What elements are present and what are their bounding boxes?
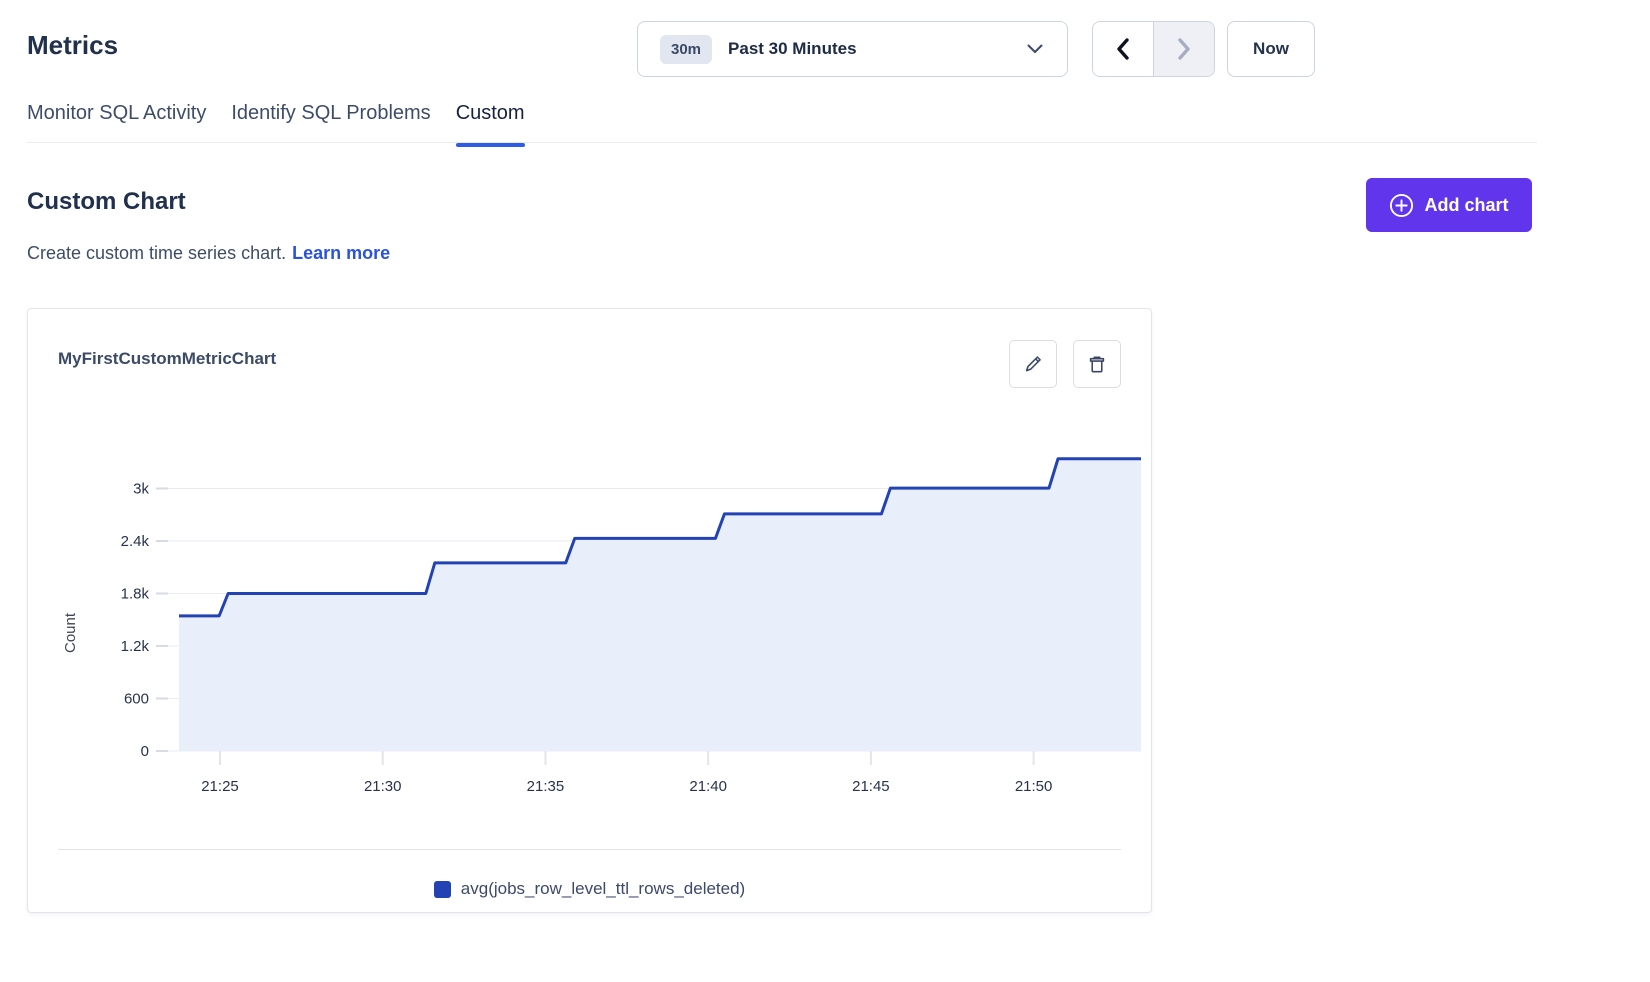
chevron-left-icon xyxy=(1116,37,1130,61)
section-subtitle-text: Create custom time series chart. xyxy=(27,243,286,263)
plus-circle-icon xyxy=(1389,193,1414,218)
tabs-divider xyxy=(27,142,1537,143)
time-range-dropdown[interactable]: 30m Past 30 Minutes xyxy=(637,21,1068,77)
section-subtitle: Create custom time series chart. Learn mo… xyxy=(27,243,390,264)
chevron-right-icon xyxy=(1177,37,1191,61)
legend-divider xyxy=(58,849,1121,850)
svg-text:0: 0 xyxy=(141,743,149,760)
page-title: Metrics xyxy=(27,30,118,61)
svg-text:21:50: 21:50 xyxy=(1015,778,1053,795)
svg-text:21:45: 21:45 xyxy=(852,778,890,795)
learn-more-link[interactable]: Learn more xyxy=(292,243,390,263)
chart-title: MyFirstCustomMetricChart xyxy=(58,349,276,369)
tab-monitor-sql-activity[interactable]: Monitor SQL Activity xyxy=(27,102,206,146)
add-chart-label: Add chart xyxy=(1424,195,1508,216)
tab-custom[interactable]: Custom xyxy=(456,102,525,146)
svg-text:2.4k: 2.4k xyxy=(121,533,150,550)
chevron-down-icon xyxy=(1027,44,1043,54)
delete-chart-button[interactable] xyxy=(1073,340,1121,388)
pencil-icon xyxy=(1022,353,1044,375)
svg-text:600: 600 xyxy=(124,691,149,708)
svg-text:21:30: 21:30 xyxy=(364,778,402,795)
now-button[interactable]: Now xyxy=(1227,21,1315,77)
tab-identify-sql-problems[interactable]: Identify SQL Problems xyxy=(231,102,430,146)
legend-label: avg(jobs_row_level_ttl_rows_deleted) xyxy=(461,879,745,899)
time-pager xyxy=(1092,21,1215,77)
legend-swatch xyxy=(434,881,451,898)
section-title: Custom Chart xyxy=(27,188,186,216)
svg-text:1.2k: 1.2k xyxy=(121,638,150,655)
edit-chart-button[interactable] xyxy=(1009,340,1057,388)
trash-icon xyxy=(1086,353,1108,375)
svg-text:21:40: 21:40 xyxy=(689,778,727,795)
time-range-label: Past 30 Minutes xyxy=(728,39,1027,59)
metrics-page: Metrics 30m Past 30 Minutes Now Monitor … xyxy=(0,0,1650,982)
metric-chart-svg[interactable]: 0 600 1.2k 1.8k 2.4k 3k 21:25 21:30 21:35 21:40 21… xyxy=(61,421,1146,811)
svg-text:3k: 3k xyxy=(133,481,149,498)
chart-legend[interactable]: avg(jobs_row_level_ttl_rows_deleted) xyxy=(28,867,1151,911)
svg-text:21:35: 21:35 xyxy=(527,778,565,795)
svg-text:Count: Count xyxy=(62,612,79,653)
previous-range-button[interactable] xyxy=(1093,22,1153,76)
metrics-tabs: Monitor SQL Activity Identify SQL Proble… xyxy=(27,102,525,146)
svg-text:21:25: 21:25 xyxy=(201,778,239,795)
time-range-badge: 30m xyxy=(660,35,712,64)
svg-text:1.8k: 1.8k xyxy=(121,586,150,603)
add-chart-button[interactable]: Add chart xyxy=(1366,178,1532,232)
custom-metric-chart-card: MyFirstCustomMetricChart 0 600 1.2k 1.8k 2.4… xyxy=(27,308,1152,913)
next-range-button[interactable] xyxy=(1154,22,1214,76)
